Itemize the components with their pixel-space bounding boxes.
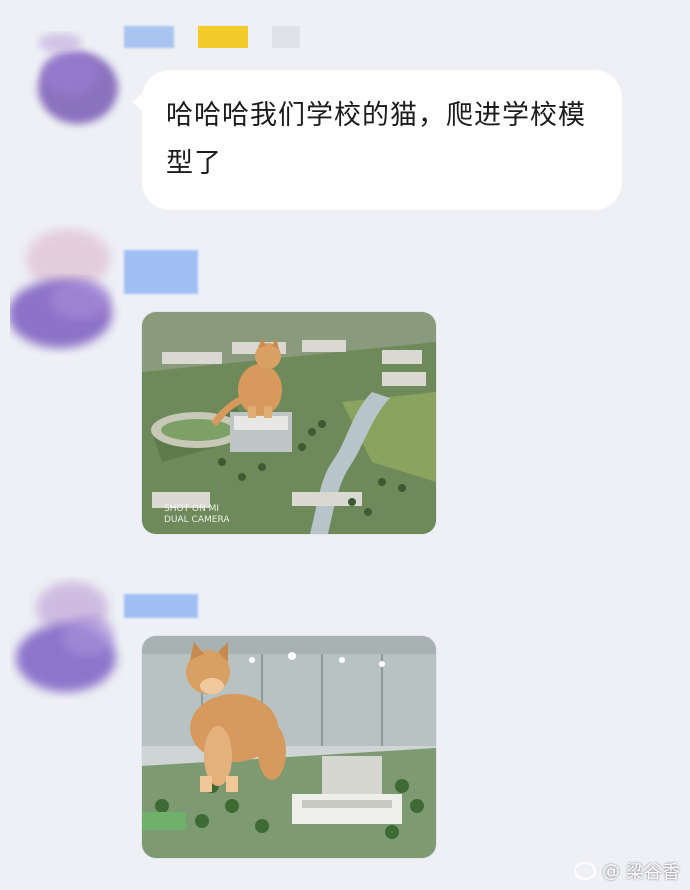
- sender-name-blur: [124, 594, 198, 618]
- message-photo[interactable]: SHOT ON MI DUAL CAMERA: [142, 312, 436, 534]
- message-row-1: 哈哈哈我们学校的猫，爬进学校模型了: [0, 0, 690, 230]
- message-text: 哈哈哈我们学校的猫，爬进学校模型了: [166, 100, 586, 179]
- message-row-3: [0, 560, 690, 880]
- bubble-tail: [132, 92, 144, 112]
- avatar-blur: [10, 214, 128, 364]
- watermark-prefix: @: [602, 860, 620, 882]
- watermark-handle: 梁谷香: [626, 862, 680, 883]
- avatar[interactable]: [10, 18, 128, 138]
- campus-model-aerial-image: [142, 312, 436, 534]
- message-photo[interactable]: [142, 636, 436, 858]
- sender-name-blur: [124, 250, 198, 294]
- avatar[interactable]: [10, 566, 128, 706]
- weibo-watermark: @ 梁谷香: [574, 858, 680, 884]
- weibo-logo-icon: [574, 862, 596, 880]
- message-bubble-text[interactable]: 哈哈哈我们学校的猫，爬进学校模型了: [132, 70, 622, 210]
- photo-camera-caption: SHOT ON MI DUAL CAMERA: [164, 504, 230, 525]
- avatar-blur: [10, 566, 128, 706]
- avatar-blur: [10, 18, 128, 138]
- campus-model-hall-image: [142, 636, 436, 858]
- avatar[interactable]: [10, 214, 128, 364]
- message-row-2: SHOT ON MI DUAL CAMERA: [0, 214, 690, 540]
- sender-name-blur: [124, 26, 300, 48]
